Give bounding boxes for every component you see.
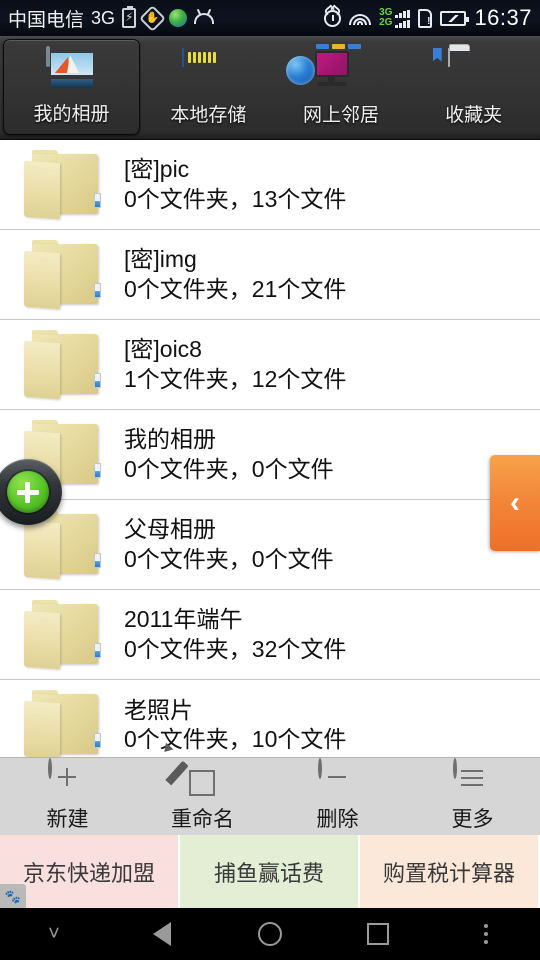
list-item[interactable]: [密]pic 0个文件夹，13个文件 xyxy=(0,140,540,230)
ad-tile[interactable]: 购置税计算器 xyxy=(360,835,540,908)
folder-name: 我的相册 xyxy=(124,426,216,453)
folder-icon xyxy=(24,690,102,757)
chevron-left-icon: ‹ xyxy=(510,486,520,519)
ad-text: 购置税计算器 xyxy=(382,860,515,886)
chevron-down-icon: ˅ xyxy=(48,923,60,945)
drawer-handle[interactable]: ‹ xyxy=(490,455,540,551)
folder-name: 老照片 xyxy=(124,696,193,723)
tab-local-storage[interactable]: 本地存储 xyxy=(142,36,275,139)
tab-favorites[interactable]: 收藏夹 xyxy=(407,36,540,139)
folder-meta: 0个文件夹，10个文件 xyxy=(124,726,347,752)
wifi-icon xyxy=(349,10,372,26)
list-item[interactable]: 父母相册 0个文件夹，0个文件 xyxy=(0,500,540,590)
sim-alert-icon xyxy=(418,8,433,28)
folder-name: [密]oic8 xyxy=(124,336,202,363)
back-button[interactable] xyxy=(108,922,216,946)
signal-2g-label: 2G xyxy=(379,17,393,28)
favorites-folder-icon xyxy=(432,47,500,95)
status-bar-right: 3G 2G 16:37 xyxy=(324,5,540,31)
new-button[interactable]: 新建 xyxy=(0,758,135,833)
folder-icon xyxy=(24,599,102,669)
floating-add-button[interactable] xyxy=(0,459,62,525)
status-bar: 中国电信 3G ✋ 3G 2G 16:37 xyxy=(0,0,540,36)
list-item[interactable]: 2011年端午 0个文件夹，32个文件 xyxy=(0,590,540,680)
hide-keyboard-button[interactable]: ˅ xyxy=(0,924,108,944)
list-item[interactable]: 老照片 0个文件夹，10个文件 xyxy=(0,680,540,757)
back-icon xyxy=(153,922,171,946)
circle-plus-icon xyxy=(47,758,88,800)
ad-text: 捕鱼赢话费 xyxy=(213,860,324,886)
tool-label: 更多 xyxy=(451,808,494,831)
carrier-label: 中国电信 xyxy=(8,9,85,31)
tab-network-neighborhood[interactable]: 网上邻居 xyxy=(275,36,408,139)
tab-bar: 我的相册 本地存储 网上邻居 收藏夹 xyxy=(0,36,540,140)
rename-button[interactable]: 重命名 xyxy=(135,742,270,833)
hand-block-icon: ✋ xyxy=(139,4,166,32)
home-button[interactable] xyxy=(216,922,324,946)
circle-menu-icon xyxy=(452,758,493,800)
charging-battery-icon xyxy=(122,6,137,28)
dual-sim-signal-icon: 3G 2G xyxy=(379,8,411,28)
folder-list[interactable]: [密]pic 0个文件夹，13个文件 [密]img 0个文件夹，21个文件 [密… xyxy=(0,140,540,757)
more-button[interactable]: 更多 xyxy=(405,758,540,833)
clock-label: 16:37 xyxy=(474,5,532,30)
tab-my-album[interactable]: 我的相册 xyxy=(3,39,140,135)
tool-label: 重命名 xyxy=(171,808,234,831)
list-item[interactable]: [密]img 0个文件夹，21个文件 xyxy=(0,230,540,320)
action-toolbar: 新建 重命名 删除 更多 xyxy=(0,742,540,835)
list-item[interactable]: [密]oic8 1个文件夹，12个文件 xyxy=(0,320,540,410)
home-icon xyxy=(258,922,282,946)
sd-card-icon xyxy=(182,47,234,95)
alarm-clock-icon xyxy=(324,9,342,27)
circle-minus-icon xyxy=(317,758,358,800)
overflow-button[interactable] xyxy=(432,924,540,944)
list-item[interactable]: 我的相册 0个文件夹，0个文件 xyxy=(0,410,540,500)
recents-icon xyxy=(367,923,389,945)
tab-label: 收藏夹 xyxy=(445,104,503,126)
folder-name: [密]pic xyxy=(124,156,190,183)
folder-icon xyxy=(24,329,102,399)
android-nav-bar: ˅ xyxy=(0,908,540,960)
network-neighborhood-icon xyxy=(286,43,367,95)
android-head-icon xyxy=(194,12,215,24)
tool-label: 新建 xyxy=(46,808,89,831)
tab-label: 网上邻居 xyxy=(303,104,380,126)
recents-button[interactable] xyxy=(324,923,432,945)
green-globe-icon xyxy=(169,9,188,27)
folder-name: 2011年端午 xyxy=(124,606,243,633)
status-bar-left: 中国电信 3G ✋ xyxy=(0,4,324,32)
ad-banner-strip: 京东快递加盟 捕鱼赢话费 购置税计算器 🐾 xyxy=(0,835,540,908)
folder-meta: 0个文件夹，0个文件 xyxy=(124,545,334,572)
tab-label: 本地存储 xyxy=(170,104,247,126)
folder-icon xyxy=(24,239,102,309)
folder-name: [密]img xyxy=(124,246,197,273)
folder-meta: 1个文件夹，12个文件 xyxy=(124,365,347,392)
photo-album-icon xyxy=(45,46,98,94)
folder-meta: 0个文件夹，21个文件 xyxy=(124,275,347,302)
ad-tile[interactable]: 京东快递加盟 xyxy=(0,835,180,908)
plus-icon xyxy=(7,471,49,513)
folder-name: 父母相册 xyxy=(124,516,216,543)
network-type-label: 3G xyxy=(91,7,116,28)
folder-meta: 0个文件夹，32个文件 xyxy=(124,635,347,662)
ad-text: 京东快递加盟 xyxy=(22,860,155,886)
folder-meta: 0个文件夹，13个文件 xyxy=(124,185,347,212)
pencil-edit-icon xyxy=(160,742,223,800)
folder-meta: 0个文件夹，0个文件 xyxy=(124,455,334,482)
tab-label: 我的相册 xyxy=(33,104,110,125)
folder-icon xyxy=(24,149,102,219)
ad-tile[interactable]: 捕鱼赢话费 xyxy=(180,835,360,908)
overflow-menu-icon xyxy=(484,924,488,944)
delete-button[interactable]: 删除 xyxy=(270,758,405,833)
phone-screen: 中国电信 3G ✋ 3G 2G 16:37 xyxy=(0,0,540,960)
paw-icon[interactable]: 🐾 xyxy=(0,884,26,908)
tool-label: 删除 xyxy=(316,808,359,831)
battery-icon xyxy=(440,10,470,26)
